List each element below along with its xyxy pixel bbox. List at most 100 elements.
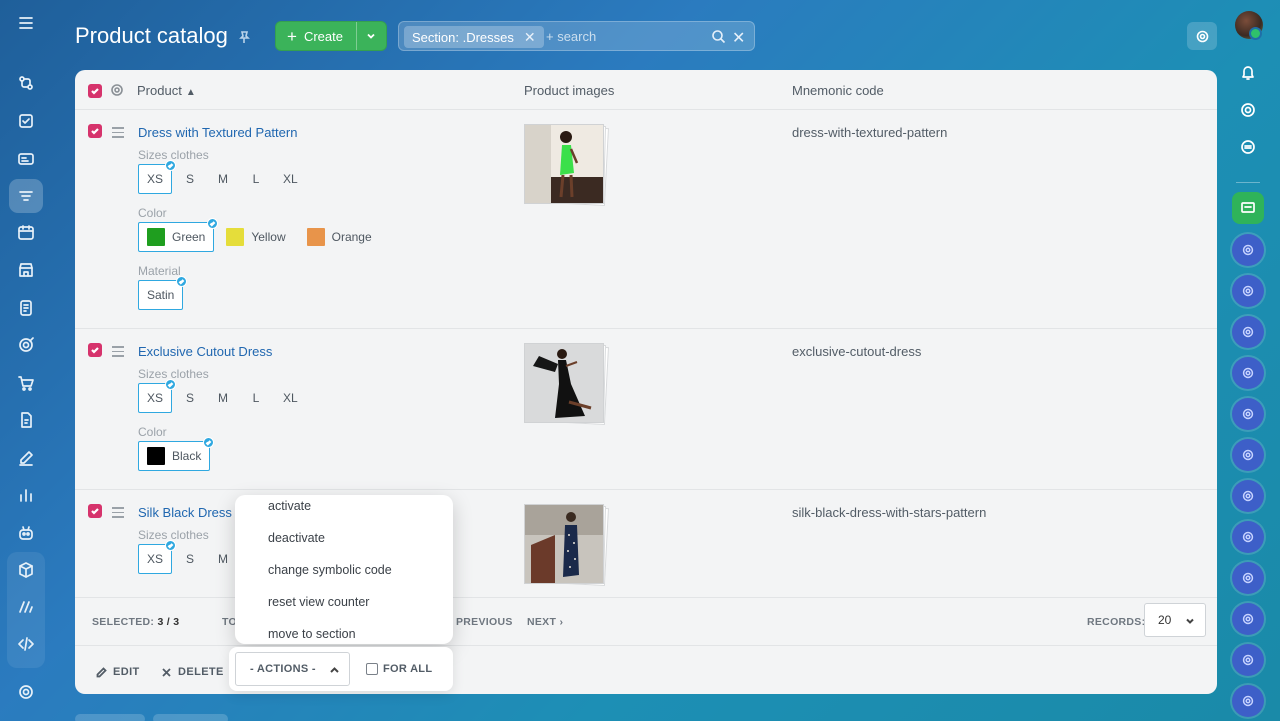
chat-app-icon[interactable] <box>1232 685 1264 717</box>
search-icon[interactable] <box>711 29 726 49</box>
feed-icon[interactable] <box>9 142 43 176</box>
product-image[interactable] <box>523 503 609 587</box>
column-header-code[interactable]: Mnemonic code <box>792 83 884 98</box>
menu-item-move-to-section[interactable]: move to section <box>268 627 356 641</box>
chat-app-icon[interactable] <box>1232 234 1264 266</box>
close-icon[interactable]: ✕ <box>732 28 745 48</box>
menu-item-activate[interactable]: activate <box>268 499 311 513</box>
sync-icon[interactable] <box>1232 131 1264 163</box>
menu-item-deactivate[interactable]: deactivate <box>268 531 325 545</box>
sign-doc-icon[interactable] <box>9 403 43 437</box>
material-chip[interactable]: Satin <box>138 276 188 310</box>
box-icon[interactable] <box>9 553 43 587</box>
store-icon[interactable] <box>9 253 43 287</box>
chat-app-icon[interactable] <box>1232 521 1264 553</box>
column-header-product[interactable]: Product ▲ <box>137 83 196 98</box>
calendar-icon[interactable] <box>9 216 43 250</box>
chat-app-icon[interactable] <box>1232 275 1264 307</box>
chat-app-icon[interactable] <box>1232 644 1264 676</box>
product-name-link[interactable]: Dress with Textured Pattern <box>138 125 297 140</box>
size-chip[interactable]: XS <box>138 540 177 574</box>
robot-icon[interactable] <box>9 516 43 550</box>
crm-icon[interactable] <box>9 66 43 100</box>
size-chip[interactable]: XS <box>138 160 177 194</box>
chat-app-icon[interactable] <box>1232 439 1264 471</box>
chat-app-icon[interactable] <box>1232 316 1264 348</box>
column-settings-gear-icon[interactable] <box>110 83 124 102</box>
next-page-link[interactable]: NEXT › <box>527 616 563 628</box>
pin-icon[interactable] <box>237 30 251 44</box>
size-chip[interactable]: S <box>175 544 205 574</box>
product-image[interactable] <box>523 123 609 207</box>
row-checkbox[interactable] <box>88 343 102 357</box>
copilot-icon[interactable] <box>1232 94 1264 126</box>
product-name-link[interactable]: Silk Black Dress <box>138 505 232 520</box>
chat-app-icon[interactable] <box>1232 562 1264 594</box>
row-checkbox[interactable] <box>88 504 102 518</box>
size-chip[interactable]: S <box>175 383 205 413</box>
tasks-icon[interactable] <box>9 104 43 138</box>
color-chip[interactable]: Green <box>138 218 219 252</box>
color-chip[interactable]: Yellow <box>217 222 294 252</box>
remove-filter-icon[interactable]: ✕ <box>524 29 536 46</box>
bottom-tab[interactable] <box>75 714 145 721</box>
size-chip[interactable]: M <box>208 544 238 574</box>
size-chip[interactable]: XL <box>274 383 307 413</box>
size-chip[interactable]: XL <box>274 164 307 194</box>
chat-app-icon[interactable] <box>1232 603 1264 635</box>
cart-icon[interactable] <box>9 366 43 400</box>
target-icon[interactable] <box>9 328 43 362</box>
menu-item-reset-counter[interactable]: reset view counter <box>268 595 369 609</box>
sites-icon[interactable] <box>9 590 43 624</box>
contact-center-icon[interactable] <box>1232 192 1264 224</box>
settings-gear-icon[interactable] <box>9 675 43 709</box>
chevron-down-icon[interactable] <box>357 30 386 42</box>
drag-handle-icon[interactable] <box>112 346 124 360</box>
color-chip[interactable]: Black <box>138 437 215 471</box>
drag-handle-icon[interactable] <box>112 127 124 141</box>
page-title: Product catalog <box>75 23 228 48</box>
column-header-images[interactable]: Product images <box>524 83 614 98</box>
product-image[interactable] <box>523 342 609 426</box>
documents-icon[interactable] <box>9 291 43 325</box>
edit-button[interactable]: EDIT <box>96 666 140 678</box>
menu-icon[interactable] <box>9 6 43 40</box>
row-checkbox[interactable] <box>88 124 102 138</box>
drag-handle-icon[interactable] <box>112 507 124 521</box>
grid-settings-button[interactable] <box>1187 22 1217 50</box>
notifications-bell-icon[interactable] <box>1232 56 1264 88</box>
table-row[interactable]: Exclusive Cutout Dress Sizes clothes XS … <box>75 329 1217 490</box>
size-chip[interactable]: L <box>241 164 271 194</box>
developer-icon[interactable] <box>9 627 43 661</box>
analytics-icon[interactable] <box>9 478 43 512</box>
menu-item-change-code[interactable]: change symbolic code <box>268 563 392 577</box>
actions-select[interactable]: - ACTIONS - <box>235 652 350 686</box>
select-all-checkbox[interactable] <box>88 84 102 98</box>
filter-tag[interactable]: Section: .Dresses ✕ <box>404 26 544 48</box>
color-chip[interactable]: Orange <box>298 222 381 252</box>
size-options: XS S M L XL <box>138 160 307 194</box>
previous-page-link[interactable]: PREVIOUS <box>456 616 513 628</box>
pen-icon[interactable] <box>9 441 43 475</box>
catalog-icon[interactable] <box>9 179 43 213</box>
records-per-page-select[interactable]: 20 <box>1144 603 1206 637</box>
bottom-tab[interactable] <box>153 714 228 721</box>
chat-app-icon[interactable] <box>1232 357 1264 389</box>
filter-search-box[interactable]: Section: .Dresses ✕ ✕ <box>398 21 755 51</box>
size-chip[interactable]: M <box>208 164 238 194</box>
for-all-checkbox[interactable]: FOR ALL <box>366 663 432 675</box>
product-name-link[interactable]: Exclusive Cutout Dress <box>138 344 272 359</box>
chat-app-icon[interactable] <box>1232 480 1264 512</box>
size-chip[interactable]: S <box>175 164 205 194</box>
filter-tag-label: Section: .Dresses <box>412 29 514 45</box>
table-row[interactable]: Dress with Textured Pattern Sizes clothe… <box>75 110 1217 329</box>
search-input[interactable] <box>546 29 696 44</box>
right-sidebar <box>1216 0 1280 721</box>
chat-app-icon[interactable] <box>1232 398 1264 430</box>
size-chip[interactable]: M <box>208 383 238 413</box>
create-button[interactable]: + Create <box>275 21 387 51</box>
size-chip[interactable]: XS <box>138 379 177 413</box>
delete-button[interactable]: DELETE <box>161 666 224 678</box>
selected-count: SELECTED: 3 / 3 <box>92 616 180 628</box>
size-chip[interactable]: L <box>241 383 271 413</box>
